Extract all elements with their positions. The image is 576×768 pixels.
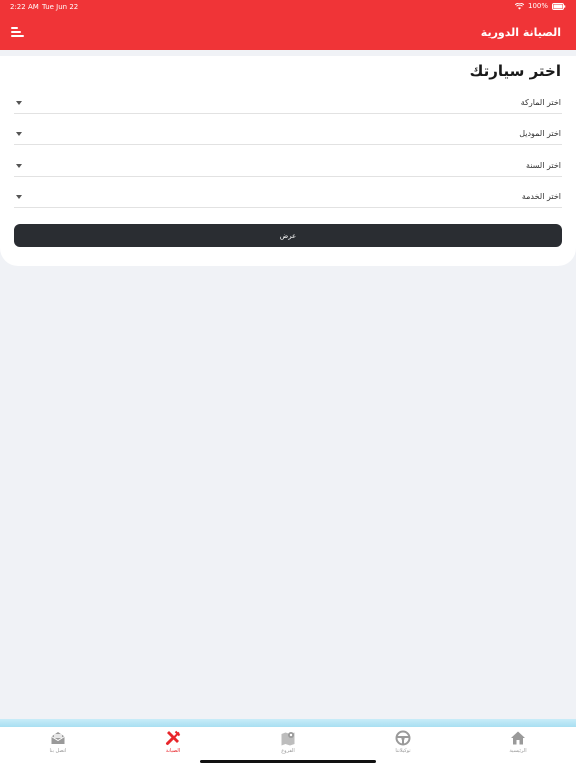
- menu-icon[interactable]: [9, 24, 25, 40]
- home-indicator: [200, 760, 376, 763]
- brand-select[interactable]: اختر الماركة: [14, 94, 562, 114]
- car-selection-card: اختر سيارتك اختر الماركة اختر الموديل اخ…: [0, 56, 576, 266]
- status-date: Tue Jun 22: [42, 3, 79, 11]
- card-title: اختر سيارتك: [469, 62, 561, 80]
- tab-dealerships-label: توكيلاتنا: [395, 748, 411, 754]
- mail-open-icon: [50, 730, 66, 746]
- tab-contact-label: اتصل بنا: [49, 748, 67, 754]
- chevron-down-icon: [16, 132, 22, 136]
- status-bar: 2:22 AM Tue Jun 22 100%: [0, 0, 576, 14]
- tab-home[interactable]: الرئيسية: [483, 730, 553, 760]
- chevron-down-icon: [16, 101, 22, 105]
- tab-branches[interactable]: الفروع: [253, 730, 323, 760]
- home-icon: [510, 730, 526, 746]
- model-select[interactable]: اختر الموديل: [14, 125, 562, 145]
- chevron-down-icon: [16, 164, 22, 168]
- wifi-icon: [514, 2, 524, 10]
- tab-home-label: الرئيسية: [509, 748, 527, 754]
- model-select-label: اختر الموديل: [519, 129, 561, 138]
- tab-maintenance[interactable]: الصيانة: [138, 730, 208, 760]
- show-button[interactable]: عرض: [14, 224, 562, 247]
- battery-percent: 100%: [527, 2, 548, 10]
- tab-branches-label: الفروع: [281, 748, 295, 754]
- tab-bar-stripe: [0, 719, 576, 727]
- tab-maintenance-label: الصيانة: [165, 748, 181, 754]
- status-indicators: 100%: [514, 2, 566, 10]
- tab-contact[interactable]: اتصل بنا: [23, 730, 93, 760]
- tools-icon: [165, 730, 181, 746]
- tab-dealerships[interactable]: توكيلاتنا: [368, 730, 438, 760]
- year-select[interactable]: اختر السنة: [14, 157, 562, 177]
- chevron-down-icon: [16, 195, 22, 199]
- service-select[interactable]: اختر الخدمة: [14, 188, 562, 208]
- battery-icon: [552, 2, 566, 10]
- app-header: 2:22 AM Tue Jun 22 100% الصيانة الدورية: [0, 0, 576, 50]
- page-title: الصيانة الدورية: [480, 26, 561, 39]
- status-time: 2:22 AM: [10, 3, 39, 11]
- steering-wheel-icon: [395, 730, 411, 746]
- brand-select-label: اختر الماركة: [520, 98, 561, 107]
- screen: 2:22 AM Tue Jun 22 100% الصيانة الدورية …: [0, 0, 576, 768]
- service-select-label: اختر الخدمة: [521, 192, 561, 201]
- map-pin-icon: [280, 730, 296, 746]
- year-select-label: اختر السنة: [525, 161, 561, 170]
